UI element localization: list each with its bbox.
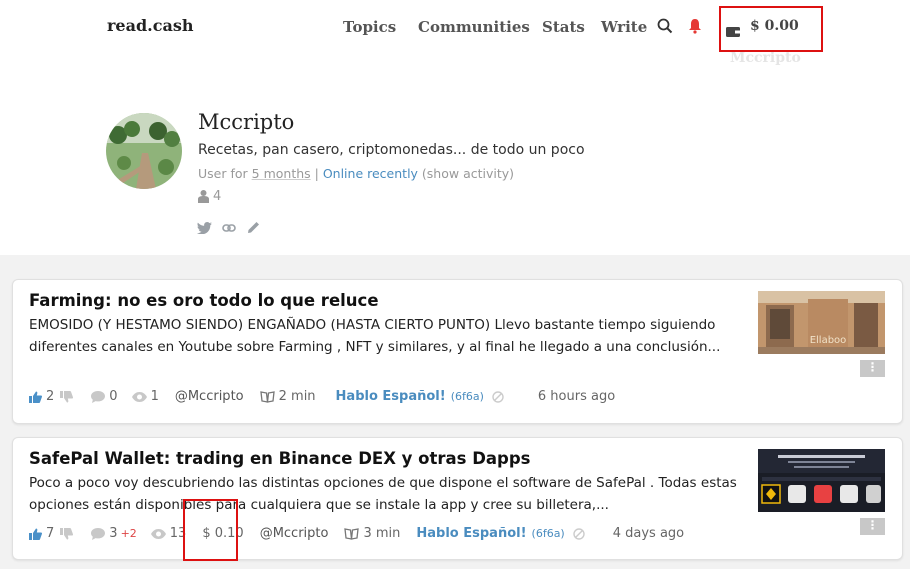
show-activity-link[interactable]: (show activity) <box>418 166 514 181</box>
upvote-count: 2 <box>46 389 55 404</box>
post-excerpt: Poco a poco voy descubriendo las distint… <box>29 475 737 513</box>
views: 13 <box>150 526 186 541</box>
upvote-count: 7 <box>46 526 55 541</box>
user-for-duration: 5 months <box>251 166 311 181</box>
nav-stats[interactable]: Stats <box>542 18 585 36</box>
thumbs-up-icon <box>29 391 42 403</box>
nav-write[interactable]: Write <box>601 18 647 36</box>
post-excerpt: EMOSIDO (Y HESTAMO SIENDO) ENGAÑADO (HAS… <box>29 317 721 355</box>
eye-icon <box>131 391 147 402</box>
profile-social-links <box>197 219 265 238</box>
upvote-button[interactable]: 2 <box>29 389 54 404</box>
post-meta: 7 3 +2 13 $ 0.10 @Mccripto 3 min Hablo Es… <box>29 526 684 541</box>
wallet-username: Mccripto <box>730 50 801 66</box>
meta-separator: | <box>310 166 323 181</box>
book-icon <box>259 390 275 403</box>
comment-icon <box>91 390 106 403</box>
read-time: 3 min <box>344 526 400 541</box>
edit-pencil-icon[interactable] <box>247 219 260 238</box>
post-thumbnail[interactable] <box>758 449 885 512</box>
post-meta: 2 0 1 @Mccripto 2 min Hablo Español! (6f… <box>29 389 615 404</box>
new-comments-count: +2 <box>120 527 137 540</box>
comments-link[interactable]: 0 <box>91 389 118 404</box>
post-author[interactable]: @Mccripto <box>260 526 329 541</box>
link-icon[interactable] <box>222 219 237 238</box>
post-author[interactable]: @Mccripto <box>175 389 244 404</box>
downvote-icon[interactable] <box>60 527 77 540</box>
site-logo[interactable]: read.cash <box>107 16 193 35</box>
post-card[interactable]: SafePal Wallet: trading en Binance DEX y… <box>12 437 903 560</box>
bell-icon[interactable] <box>688 18 706 36</box>
views: 1 <box>131 389 159 404</box>
comments-link[interactable]: 3 +2 <box>91 526 137 541</box>
community-code: (6f6a) <box>450 390 484 403</box>
downvote-icon[interactable] <box>60 390 77 403</box>
highlight-box <box>719 6 823 52</box>
followers-count[interactable]: 4 <box>198 189 221 204</box>
highlight-box <box>183 499 238 561</box>
twitter-icon[interactable] <box>197 219 212 238</box>
post-menu-button[interactable]: ⋮ <box>860 518 885 535</box>
read-time-value: 3 min <box>363 526 401 541</box>
block-icon[interactable] <box>492 390 508 403</box>
upvote-button[interactable]: 7 <box>29 526 54 541</box>
post-title[interactable]: SafePal Wallet: trading en Binance DEX y… <box>29 449 531 468</box>
thumbs-up-icon <box>29 528 42 540</box>
community-link[interactable]: Hablo Español! <box>336 389 446 404</box>
search-icon[interactable] <box>657 18 675 36</box>
post-card[interactable]: Farming: no es oro todo lo que reluce EM… <box>12 279 903 424</box>
post-time: 6 hours ago <box>537 389 616 404</box>
user-for-label: User for <box>198 166 252 181</box>
post-thumbnail[interactable]: Ellaboo <box>758 291 885 354</box>
avatar <box>106 113 182 189</box>
comment-count: 3 <box>109 526 118 541</box>
community-code: (6f6a) <box>531 527 565 540</box>
post-menu-button[interactable]: ⋮ <box>860 360 885 377</box>
post-title[interactable]: Farming: no es oro todo lo que reluce <box>29 291 379 310</box>
eye-icon <box>150 528 166 539</box>
person-icon <box>198 190 209 203</box>
profile-bio: Recetas, pan casero, criptomonedas... de… <box>198 142 585 158</box>
online-status: Online recently <box>322 166 418 181</box>
svg-text:Ellaboo: Ellaboo <box>810 335 847 346</box>
profile-name: Mccripto <box>198 110 295 134</box>
block-icon[interactable] <box>573 527 589 540</box>
profile-meta: User for 5 months | Online recently (sho… <box>198 166 514 181</box>
followers-number: 4 <box>213 189 222 204</box>
read-time-value: 2 min <box>278 389 316 404</box>
book-icon <box>344 527 360 540</box>
community-link[interactable]: Hablo Español! <box>416 526 526 541</box>
nav-topics[interactable]: Topics <box>343 18 396 36</box>
view-count: 1 <box>150 389 159 404</box>
read-time: 2 min <box>259 389 316 404</box>
post-time: 4 days ago <box>612 526 685 541</box>
comment-icon <box>91 527 106 540</box>
comment-count: 0 <box>109 389 118 404</box>
nav-communities[interactable]: Communities <box>418 18 530 36</box>
